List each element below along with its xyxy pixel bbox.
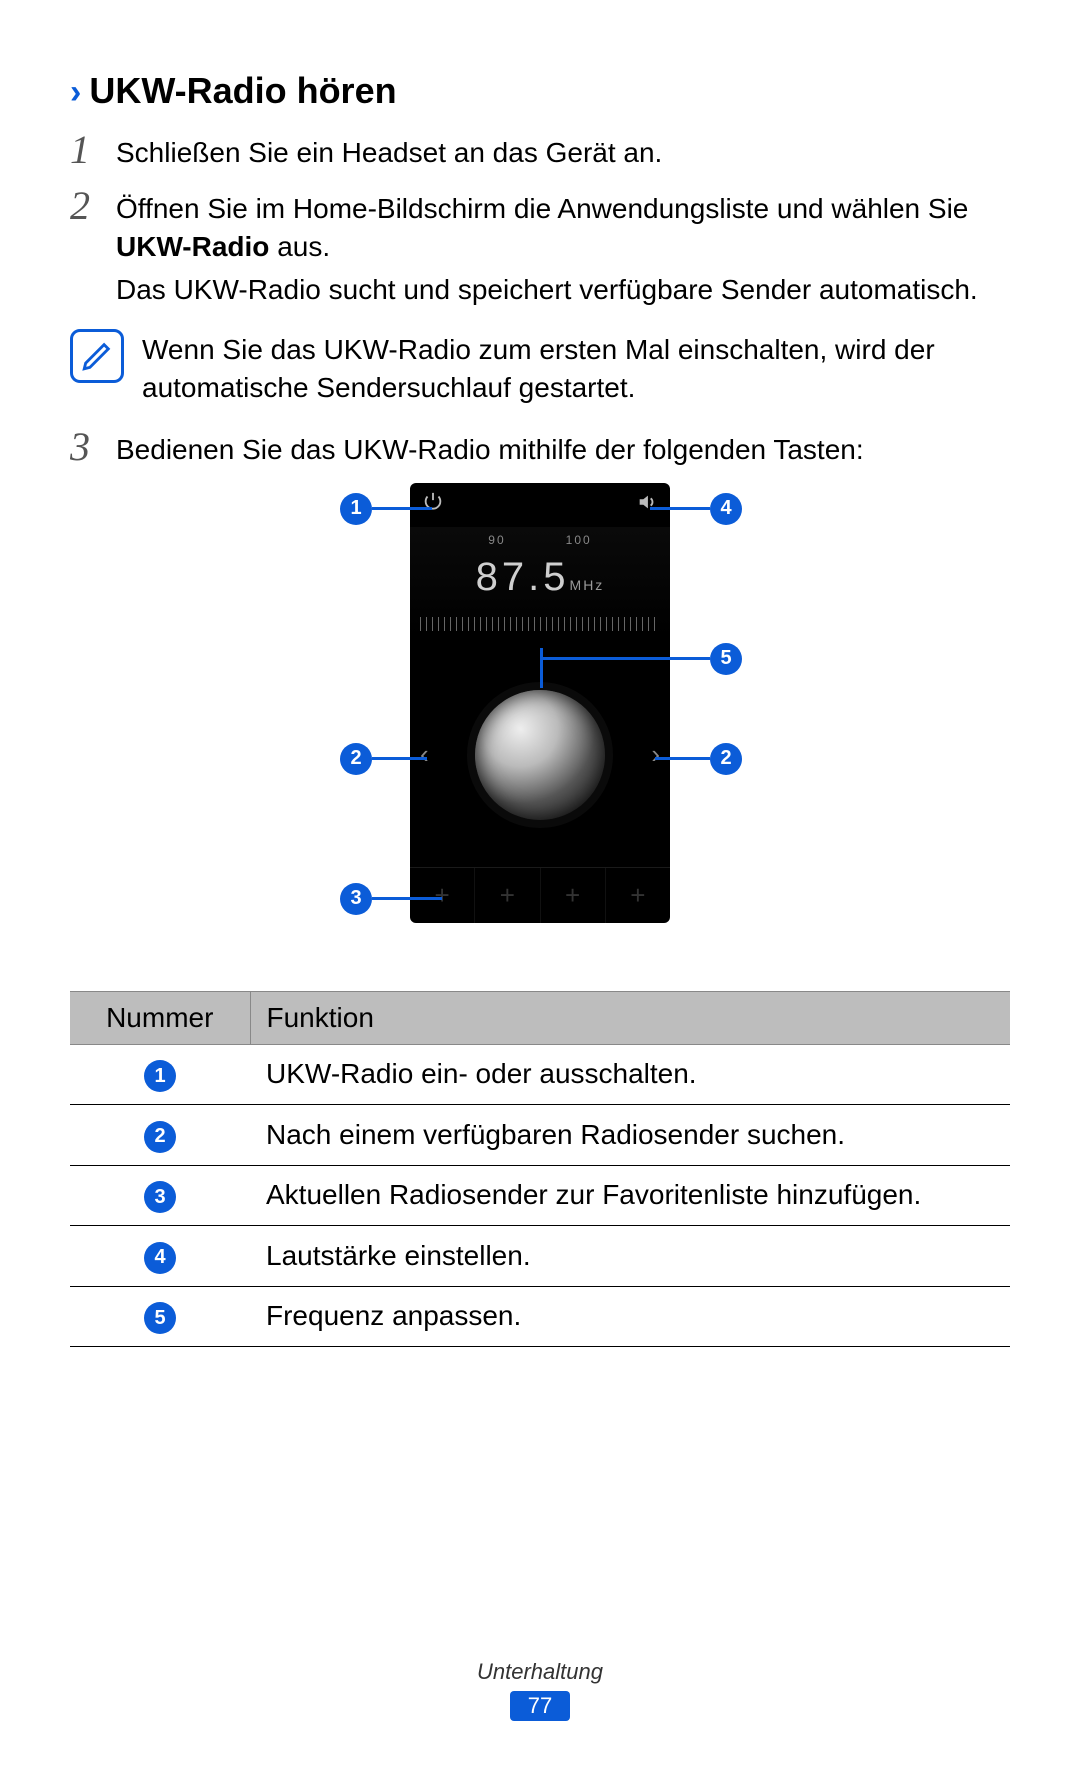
row-badge: 3 xyxy=(144,1181,176,1213)
step-text-bold: UKW-Radio xyxy=(116,231,269,262)
favorite-slot: + xyxy=(541,868,606,923)
section-heading-row: › UKW-Radio hören xyxy=(70,70,1010,112)
scale-value: 100 xyxy=(566,533,592,547)
favorite-slot: + xyxy=(475,868,540,923)
tuning-dial xyxy=(475,690,605,820)
scale-ticks xyxy=(420,617,660,631)
step-text: Bedienen Sie das UKW-Radio mithilfe der … xyxy=(116,427,864,469)
step-number: 2 xyxy=(70,186,116,315)
row-function: Nach einem verfügbaren Radiosender suche… xyxy=(250,1105,1010,1166)
row-badge: 5 xyxy=(144,1302,176,1334)
callout-4: 4 xyxy=(650,493,742,525)
row-badge: 2 xyxy=(144,1121,176,1153)
frequency-unit: MHz xyxy=(570,577,605,593)
callout-badge: 3 xyxy=(340,883,372,915)
callout-badge: 2 xyxy=(710,743,742,775)
row-function: Lautstärke einstellen. xyxy=(250,1226,1010,1287)
row-function: Frequenz anpassen. xyxy=(250,1286,1010,1347)
step-number: 1 xyxy=(70,130,116,172)
section-heading: UKW-Radio hören xyxy=(89,70,396,112)
footer-section-label: Unterhaltung xyxy=(0,1659,1080,1685)
row-badge: 4 xyxy=(144,1242,176,1274)
row-badge: 1 xyxy=(144,1060,176,1092)
page-footer: Unterhaltung 77 xyxy=(0,1659,1080,1721)
chevron-icon: › xyxy=(70,73,81,112)
callout-5-line: 5 xyxy=(540,643,742,675)
step-1: 1 Schließen Sie ein Headset an das Gerät… xyxy=(70,130,1010,172)
step-text-part: Öffnen Sie im Home-Bildschirm die Anwend… xyxy=(116,193,968,224)
note: Wenn Sie das UKW-Radio zum ersten Mal ei… xyxy=(70,329,1010,407)
radio-diagram: 90 100 87.5MHz ‹ › + + + + 1 xyxy=(70,483,1010,963)
callout-3: 3 xyxy=(340,883,442,915)
favorites-bar: + + + + xyxy=(410,867,670,923)
callout-2-right: 2 xyxy=(655,743,742,775)
favorite-slot: + xyxy=(606,868,670,923)
scale-value: 90 xyxy=(488,533,505,547)
phone-mock: 90 100 87.5MHz ‹ › + + + + xyxy=(410,483,670,923)
table-row: 4 Lautstärke einstellen. xyxy=(70,1226,1010,1287)
table-row: 2 Nach einem verfügbaren Radiosender suc… xyxy=(70,1105,1010,1166)
row-function: UKW-Radio ein- oder ausschalten. xyxy=(250,1044,1010,1105)
callout-1: 1 xyxy=(340,493,432,525)
callout-badge: 2 xyxy=(340,743,372,775)
frequency-value: 87.5 xyxy=(476,555,570,599)
table-header-number: Nummer xyxy=(70,991,250,1044)
callout-badge: 5 xyxy=(710,643,742,675)
callout-2-left: 2 xyxy=(340,743,427,775)
note-icon xyxy=(70,329,124,383)
table-row: 5 Frequenz anpassen. xyxy=(70,1286,1010,1347)
table-header-function: Funktion xyxy=(250,991,1010,1044)
step-text: Schließen Sie ein Headset an das Gerät a… xyxy=(116,130,662,172)
step-3: 3 Bedienen Sie das UKW-Radio mithilfe de… xyxy=(70,427,1010,469)
step-text-part: aus. xyxy=(269,231,330,262)
table-row: 3 Aktuellen Radiosender zur Favoritenlis… xyxy=(70,1165,1010,1226)
callout-badge: 4 xyxy=(710,493,742,525)
row-function: Aktuellen Radiosender zur Favoritenliste… xyxy=(250,1165,1010,1226)
step-number: 3 xyxy=(70,427,116,469)
step-2: 2 Öffnen Sie im Home-Bildschirm die Anwe… xyxy=(70,186,1010,315)
step-text: Öffnen Sie im Home-Bildschirm die Anwend… xyxy=(116,186,1010,315)
table-row: 1 UKW-Radio ein- oder ausschalten. xyxy=(70,1044,1010,1105)
note-text: Wenn Sie das UKW-Radio zum ersten Mal ei… xyxy=(142,329,1010,407)
callout-badge: 1 xyxy=(340,493,372,525)
step-text-part: Das UKW-Radio sucht und speichert verfüg… xyxy=(116,271,1010,309)
function-table: Nummer Funktion 1 UKW-Radio ein- oder au… xyxy=(70,991,1010,1348)
page-number-badge: 77 xyxy=(510,1691,570,1721)
